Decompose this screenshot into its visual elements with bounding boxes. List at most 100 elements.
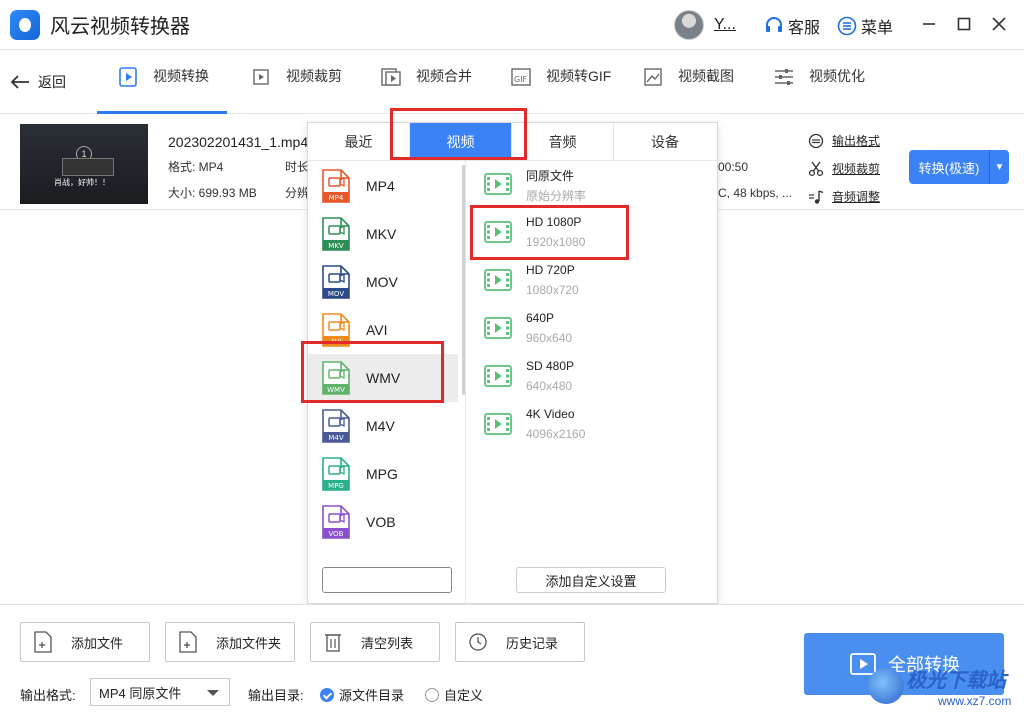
app-title: 风云视频转换器 [50,16,190,38]
radio-checked-icon [320,687,334,702]
clear-list-label: 清空列表 [361,635,414,651]
convert-all-button[interactable]: 全部转换 [804,633,1004,695]
bottom-toolbar: 添加文件 添加文件夹 清空列表 历史记录 输出格式: MP4 同原文件 输出目录… [0,604,1024,720]
format-item-vob[interactable]: VOB VOB [308,498,458,546]
svg-text:AVI: AVI [330,338,341,346]
format-list[interactable]: MP4 MP4 MKV MKV MOV MOV AVI AVI WMV WMV M4V M4V MPG M… [308,161,466,603]
video-file-icon: MPG [322,457,350,491]
output-format-link[interactable]: 输出格式 [808,132,880,149]
resolution-item[interactable]: 同原文件 原始分辨率 [478,163,708,211]
format-list-scrollbar[interactable] [462,165,465,395]
format-item-mov[interactable]: MOV MOV [308,258,458,306]
audio-adjust-link[interactable]: 音频调整 [808,188,880,205]
film-icon [484,317,512,339]
menu-button[interactable]: 菜单 [837,14,893,38]
radio-custom-directory[interactable]: 自定义 [425,685,483,704]
output-format-value: MP4 同原文件 [99,685,182,701]
format-category-tabs: 最近 视频 音频 设备 [308,123,717,161]
resolution-name: 640P [526,311,555,325]
caret-down-icon [207,690,219,696]
resolution-name: HD 720P [526,263,575,277]
headset-icon [766,17,782,32]
resolution-list: 添加自定义设置 同原文件 原始分辨率 HD 1080P 1920x1080 HD 720… [468,161,718,603]
format-item-wmv[interactable]: WMV WMV [308,354,458,402]
gif-icon: GIF [511,68,531,86]
tab-video-screenshot[interactable]: 视频截图 [642,66,734,114]
resolution-item[interactable]: HD 720P 1080x720 [478,259,708,307]
resolution-item[interactable]: HD 1080P 1920x1080 [478,211,708,259]
svg-text:VOB: VOB [329,530,344,538]
resolution-item[interactable]: SD 480P 640x480 [478,355,708,403]
minimize-icon [923,23,935,25]
output-format-select[interactable]: MP4 同原文件 [90,678,230,706]
tab-audio[interactable]: 音频 [512,123,614,160]
video-file-icon: MKV [322,217,350,251]
resolution-dimensions: 640x480 [526,379,573,393]
format-item-mkv[interactable]: MKV MKV [308,210,458,258]
tab-label: 视频截图 [678,68,734,84]
format-item-m4v[interactable]: M4V M4V [308,402,458,450]
scissors-icon [808,161,824,176]
back-button[interactable]: 返回 [10,72,66,92]
sliders-icon [775,69,793,85]
film-icon [484,221,512,243]
tab-video[interactable]: 视频 [410,123,512,160]
format-item-mpg[interactable]: MPG MPG [308,450,458,498]
format-name: MPG [366,466,398,482]
video-file-icon: VOB [322,505,350,539]
add-folder-button[interactable]: 添加文件夹 [165,622,295,662]
app-logo-icon [10,9,40,40]
menu-label: 菜单 [861,20,894,37]
feature-tabs: 返回 视频转换 视频裁剪 视频合并 GIF 视频转GIF 视频截图 视频优化 [0,50,1024,114]
minimize-button[interactable] [919,14,939,34]
arrow-left-icon [10,75,29,89]
format-item-avi[interactable]: AVI AVI [308,306,458,354]
film-icon [484,365,512,387]
svg-text:MPG: MPG [328,482,344,490]
svg-text:MKV: MKV [328,242,344,250]
video-crop-link[interactable]: 视频裁剪 [808,160,880,177]
tab-label: 视频转GIF [546,68,612,84]
thumbnail-box [62,158,114,176]
tab-label: 视频转换 [153,68,209,84]
add-file-icon [34,631,52,653]
format-name: MKV [366,226,397,242]
tab-video-optimize[interactable]: 视频优化 [773,66,865,114]
tab-label: 视频合并 [416,68,472,84]
tab-video-convert[interactable]: 视频转换 [97,66,227,114]
history-button[interactable]: 历史记录 [455,622,585,662]
source-directory-label: 源文件目录 [339,688,405,703]
format-popup: 最近 视频 音频 设备 MP4 MP4 MKV MKV MOV MOV AVI AVI WMV W… [307,122,718,604]
tab-video-crop[interactable]: 视频裁剪 [250,66,342,114]
user-name[interactable]: Y... [714,16,736,34]
video-thumbnail[interactable]: 1 肖战，好帅！！ [20,124,148,204]
convert-fast-button[interactable]: 转换(极速) ▼ [909,150,1009,184]
customer-service-button[interactable]: 客服 [764,14,820,38]
resolution-dimensions: 原始分辨率 [526,189,587,203]
format-item-mp4[interactable]: MP4 MP4 [308,162,458,210]
maximize-button[interactable] [954,14,974,34]
tab-video-gif[interactable]: GIF 视频转GIF [510,66,611,114]
video-crop-icon [253,69,269,85]
clear-list-button[interactable]: 清空列表 [310,622,440,662]
resolution-dimensions: 1920x1080 [526,235,586,249]
close-button[interactable] [989,14,1009,34]
film-icon [484,173,512,195]
user-account[interactable]: Y... [674,10,736,40]
resolution-item[interactable]: 4K Video 4096x2160 [478,403,708,451]
tab-video-merge[interactable]: 视频合并 [380,66,472,114]
svg-text:M4V: M4V [328,434,343,442]
resolution-item[interactable]: 640P 960x640 [478,307,708,355]
format-search-input[interactable] [322,567,452,593]
format-name: VOB [366,514,396,530]
tab-device[interactable]: 设备 [614,123,716,160]
chevron-down-icon[interactable]: ▼ [990,162,1009,173]
radio-source-directory[interactable]: 源文件目录 [320,685,404,704]
thumbnail-caption: 肖战，好帅！！ [54,178,110,187]
maximize-icon [957,17,971,31]
format-name: M4V [366,418,395,434]
tab-recent[interactable]: 最近 [308,123,410,160]
avatar[interactable] [674,10,704,40]
add-custom-setting-button[interactable]: 添加自定义设置 [516,567,666,593]
add-file-button[interactable]: 添加文件 [20,622,150,662]
